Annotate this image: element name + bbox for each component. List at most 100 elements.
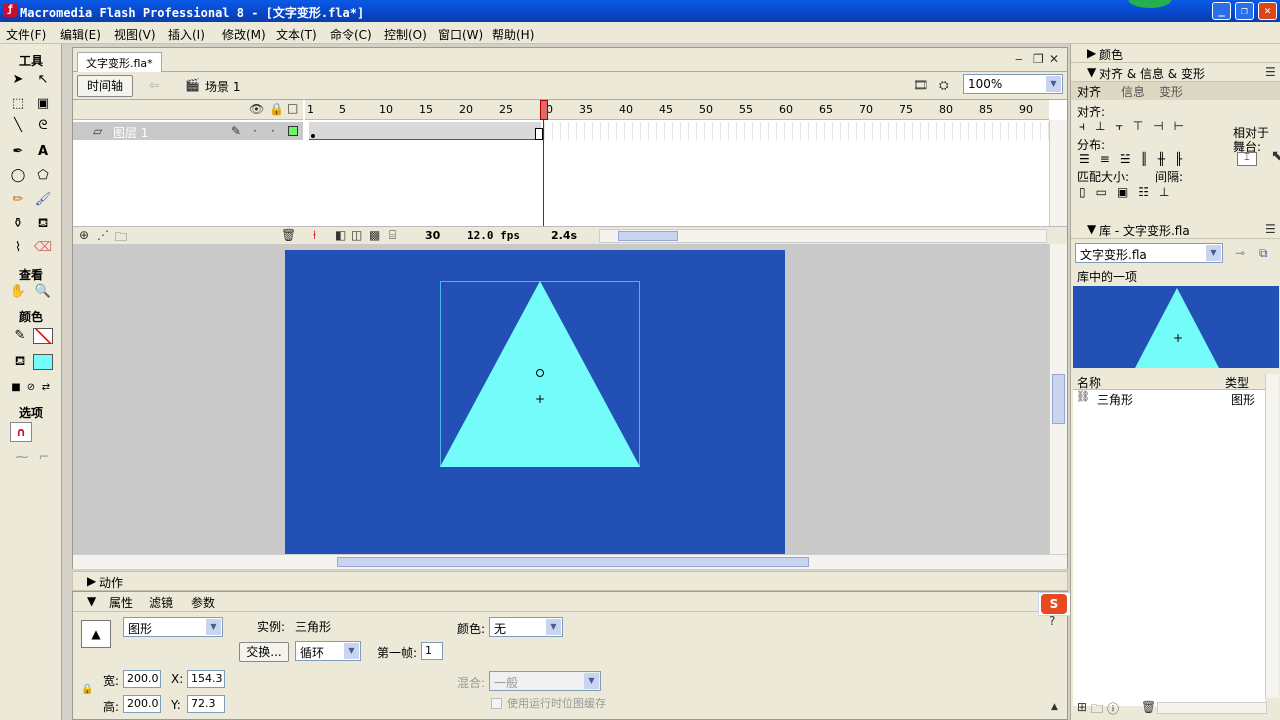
outline-icon[interactable]: □ [287, 101, 298, 115]
edit-scene-icon[interactable]: 🎞 [913, 78, 928, 92]
add-layer-icon[interactable]: ⊕ [79, 228, 89, 242]
visibility-dot-icon[interactable]: · [253, 124, 257, 138]
timeline-hscroll-thumb[interactable] [618, 231, 678, 241]
pen-tool-icon[interactable]: ✒ [8, 142, 28, 162]
document-tab[interactable]: 文字变形.fla* [77, 52, 162, 72]
menu-commands[interactable]: 命令(C) [330, 26, 372, 43]
text-tool-icon[interactable]: A [33, 142, 53, 162]
height-input[interactable]: 200.0 [123, 695, 161, 713]
eyedropper-icon[interactable]: ⌇ [8, 238, 28, 258]
menu-help[interactable]: 帮助(H) [492, 26, 534, 43]
menu-text[interactable]: 文本(T) [276, 26, 317, 43]
playhead-marker[interactable] [540, 100, 548, 120]
sogou-logo-icon[interactable]: S [1041, 594, 1067, 614]
align-panel-header[interactable]: ▼ 对齐 & 信息 & 变形 ☰ [1071, 63, 1280, 82]
first-frame-input[interactable]: 1 [421, 642, 443, 660]
center-frame-icon[interactable]: ⍿ [313, 228, 316, 243]
fill-transform-icon[interactable]: ▣ [33, 94, 53, 114]
help-icon[interactable]: ? [1049, 614, 1055, 628]
lock-dot-icon[interactable]: · [271, 124, 275, 138]
distribute-buttons[interactable]: ☰≡☱║╫╟ [1079, 152, 1219, 166]
width-input[interactable]: 200.0 [123, 670, 161, 688]
library-hscroll[interactable] [1157, 702, 1267, 714]
menu-view[interactable]: 视图(V) [114, 26, 156, 43]
align-panel-menu-icon[interactable]: ☰ [1265, 65, 1276, 79]
doc-minimize-icon[interactable]: ‒ [1015, 52, 1023, 66]
library-menu-icon[interactable]: ☰ [1265, 222, 1276, 236]
swap-colors-icon[interactable]: ⇄ [36, 378, 56, 398]
stroke-color-icon[interactable]: ✎ [10, 326, 30, 346]
library-panel-header[interactable]: ▼ 库 - 文字变形.fla ☰ [1071, 220, 1280, 239]
actions-panel-header[interactable]: ▶ 动作 [72, 571, 1068, 591]
column-name[interactable]: 名称 [1077, 374, 1101, 391]
doc-restore-icon[interactable]: ❐ [1033, 52, 1044, 66]
blend-select[interactable]: 一般 [489, 671, 601, 691]
timeline-button[interactable]: 时间轴 [77, 75, 133, 97]
tab-info[interactable]: 信息 [1121, 83, 1145, 100]
delete-icon[interactable]: 🗑 [1141, 700, 1156, 714]
stage-vscroll-thumb[interactable] [1052, 374, 1065, 424]
keyframe-end[interactable] [535, 128, 543, 140]
cache-checkbox[interactable] [491, 698, 502, 709]
hand-tool-icon[interactable]: ✋ [8, 282, 28, 302]
symbol-type-select[interactable]: 图形 [123, 617, 223, 637]
selection-tool-icon[interactable]: ➤ [8, 70, 28, 90]
panel-resize-icon[interactable]: ▲ [1051, 702, 1058, 712]
line-tool-icon[interactable]: ╲ [8, 116, 28, 136]
zoom-tool-icon[interactable]: 🔍 [33, 282, 53, 302]
keyframe-start[interactable] [311, 134, 315, 138]
tab-align[interactable]: 对齐 [1077, 83, 1101, 100]
straighten-icon[interactable]: ⌐ [34, 448, 54, 468]
new-folder-icon[interactable]: 🗀 [1091, 700, 1103, 720]
smooth-icon[interactable]: ⁓ [12, 448, 32, 468]
align-buttons[interactable]: ⫞⊥⫟⊤⊣⊢ [1079, 119, 1219, 133]
new-symbol-icon[interactable]: ⊞ [1077, 700, 1087, 714]
oval-tool-icon[interactable]: ◯ [8, 166, 28, 186]
tab-parameters[interactable]: 参数 [191, 594, 215, 611]
edit-multiple-icon[interactable]: ▩ [369, 228, 380, 242]
menu-modify[interactable]: 修改(M) [222, 26, 266, 43]
pin-library-icon[interactable]: ⊸ [1235, 246, 1245, 260]
paint-bucket-icon[interactable]: ⛾ [33, 214, 53, 234]
constrain-lock-icon[interactable]: 🔒 [81, 684, 93, 695]
onion-outline-icon[interactable]: ◫ [351, 228, 362, 242]
stage-hscroll-thumb[interactable] [337, 557, 809, 567]
y-input[interactable]: 72.3 [187, 695, 225, 713]
pencil-tool-icon[interactable]: ✏ [8, 190, 28, 210]
doc-close-icon[interactable]: ✕ [1049, 52, 1059, 66]
ink-bottle-icon[interactable]: ⚱ [8, 214, 28, 234]
column-type[interactable]: 类型 [1225, 374, 1249, 391]
subselection-tool-icon[interactable]: ↖ [33, 70, 53, 90]
rectangle-tool-icon[interactable]: ⬠ [33, 166, 53, 186]
onion-markers-icon[interactable]: ⌸ [389, 228, 396, 243]
minimize-button[interactable]: _ [1212, 2, 1231, 20]
tab-filters[interactable]: 滤镜 [149, 594, 173, 611]
library-item[interactable]: ⛓ 三角形 图形 [1073, 390, 1265, 407]
eraser-icon[interactable]: ⌫ [33, 238, 53, 258]
loop-select[interactable]: 循环 [295, 641, 361, 661]
edit-symbols-icon[interactable]: ⛭ [939, 78, 949, 93]
menu-window[interactable]: 窗口(W) [438, 26, 483, 43]
brush-tool-icon[interactable]: 🖌 [33, 190, 53, 210]
add-guide-icon[interactable]: ⋰ [97, 228, 109, 242]
timeline-hscroll[interactable] [599, 229, 1047, 243]
delete-layer-icon[interactable]: 🗑 [281, 228, 296, 242]
tab-transform[interactable]: 变形 [1159, 83, 1183, 100]
menu-file[interactable]: 文件(F) [6, 26, 46, 43]
library-vscroll[interactable] [1265, 374, 1279, 698]
snap-magnet-icon[interactable]: ∩ [10, 422, 32, 442]
lasso-tool-icon[interactable]: ᘓ [33, 116, 53, 136]
fill-color-swatch[interactable] [33, 354, 53, 370]
menu-control[interactable]: 控制(O) [384, 26, 427, 43]
stage-vscroll[interactable] [1049, 244, 1067, 554]
free-transform-icon[interactable]: ⬚ [8, 94, 28, 114]
eye-icon[interactable]: 👁 [249, 102, 264, 116]
zoom-select[interactable]: 100% [963, 74, 1063, 94]
color-effect-select[interactable]: 无 [489, 617, 563, 637]
back-arrow-icon[interactable]: ⇦ [149, 78, 159, 92]
close-button[interactable]: ✕ [1258, 2, 1277, 20]
to-stage-button[interactable]: ⌶ [1237, 152, 1257, 166]
match-size-buttons[interactable]: ▯▭▣☷⊥ [1079, 185, 1219, 199]
fill-color-icon[interactable]: ⛾ [10, 352, 30, 372]
tab-properties[interactable]: 属性 [109, 594, 133, 611]
